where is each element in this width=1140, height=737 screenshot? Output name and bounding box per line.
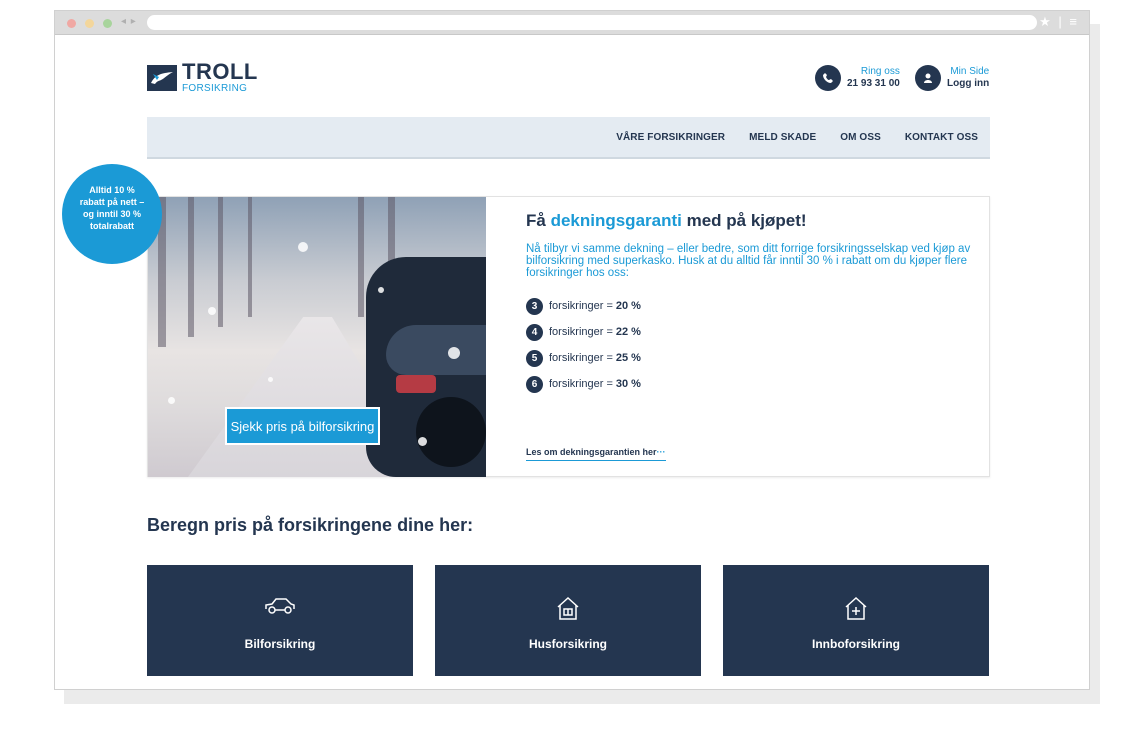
troll-logo-icon	[147, 64, 177, 91]
main-nav: VÅRE FORSIKRINGER MELD SKADE OM OSS KONT…	[147, 117, 990, 159]
tile-label: Husforsikring	[528, 637, 607, 651]
pricing-section-title: Beregn pris på forsikringene dine her:	[147, 515, 474, 535]
nav-item-contact[interactable]: KONTAKT OSS	[905, 132, 978, 143]
number-badge: 6	[526, 375, 543, 393]
house-insurance-tile[interactable]: Husforsikring	[435, 565, 701, 676]
tile-label: Bilforsikring	[244, 637, 316, 651]
user-icon	[915, 65, 941, 91]
login-label: Logg inn	[947, 78, 990, 89]
maximize-window-dot[interactable]	[103, 19, 112, 28]
list-item: 5 forsikringer = 25 %	[526, 345, 976, 371]
address-bar[interactable]	[147, 15, 1037, 30]
hero-title-highlight: dekningsgaranti	[550, 211, 682, 230]
car-insurance-tile[interactable]: Bilforsikring	[147, 565, 413, 676]
nav-item-report-damage[interactable]: MELD SKADE	[749, 132, 816, 143]
back-forward-arrows-icon[interactable]: ◂ ▸	[121, 16, 137, 27]
number-badge: 4	[526, 323, 543, 341]
read-coverage-guarantee-link[interactable]: Les om dekningsgarantien her···	[526, 447, 666, 461]
list-item: 4 forsikringer = 22 %	[526, 319, 976, 345]
discount-list: 3 forsikringer = 20 % 4 forsikringer = 22 …	[526, 293, 976, 397]
bookmark-menu-icons[interactable]: ★ | ≡	[1039, 14, 1079, 30]
list-item: 6 forsikringer = 30 %	[526, 371, 976, 397]
nav-item-insurances[interactable]: VÅRE FORSIKRINGER	[616, 132, 725, 143]
house-plus-icon	[843, 595, 869, 620]
number-badge: 5	[526, 349, 543, 367]
my-page-label: Min Side	[950, 66, 990, 77]
hero-title: Få dekningsgaranti med på kjøpet!	[526, 211, 807, 230]
phone-icon	[815, 65, 841, 91]
site-logo[interactable]: TROLL FORSIKRING	[147, 61, 258, 94]
list-item: 3 forsikringer = 20 %	[526, 293, 976, 319]
contents-insurance-tile[interactable]: Innboforsikring	[723, 565, 989, 676]
house-icon	[555, 595, 581, 620]
browser-window: ◂ ▸ ★ | ≡ TROLL FORSIKRING Ring oss 21 9…	[54, 10, 1090, 690]
minimize-window-dot[interactable]	[85, 19, 94, 28]
discount-badge: Alltid 10 % rabatt på nett – og inntil 3…	[62, 164, 162, 264]
call-label: Ring oss	[860, 66, 900, 77]
car-icon	[263, 595, 297, 619]
tile-label: Innboforsikring	[812, 637, 900, 651]
hero-card: Sjekk pris på bilforsikring Få dekningsg…	[147, 196, 990, 477]
number-badge: 3	[526, 297, 543, 315]
browser-chrome: ◂ ▸ ★ | ≡	[55, 11, 1089, 35]
check-car-price-button[interactable]: Sjekk pris på bilforsikring	[225, 407, 380, 445]
phone-number: 21 93 31 00	[847, 78, 900, 89]
call-us-link[interactable]: Ring oss 21 93 31 00	[815, 65, 900, 91]
hero-description: Nå tilbyr vi samme dekning – eller bedre…	[526, 243, 971, 279]
logo-subtitle: FORSIKRING	[182, 83, 248, 94]
close-window-dot[interactable]	[67, 19, 76, 28]
login-link[interactable]: Min Side Logg inn	[915, 65, 989, 91]
nav-item-about[interactable]: OM OSS	[840, 132, 881, 143]
logo-title: TROLL	[182, 59, 258, 84]
